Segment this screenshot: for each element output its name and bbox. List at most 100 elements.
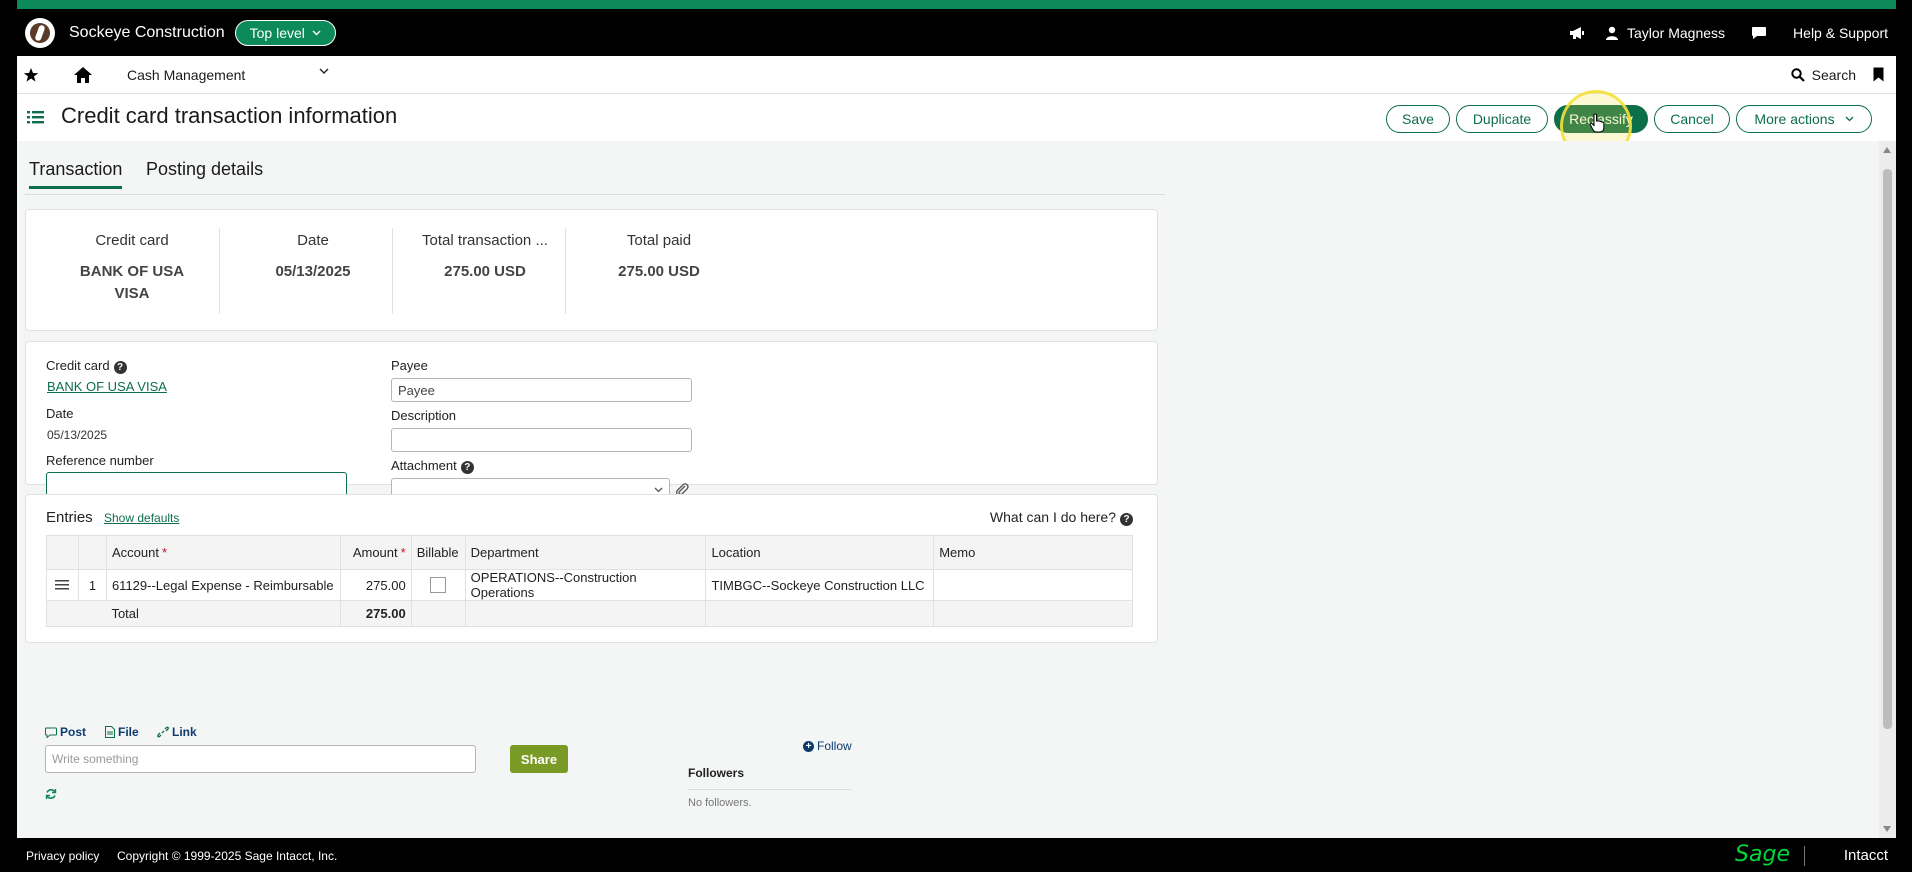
post-label: Post: [60, 725, 87, 739]
drag-handle-icon: [55, 579, 70, 589]
more-actions-button[interactable]: More actions: [1736, 105, 1872, 133]
show-defaults-link[interactable]: Show defaults: [104, 511, 179, 525]
home-icon[interactable]: [73, 66, 93, 84]
entries-table: Account * Amount * Billable Department Loc…: [46, 535, 1133, 627]
total-spacer: [705, 600, 935, 627]
star-icon[interactable]: [23, 67, 39, 83]
summary-paid: Total paid 275.00 USD: [572, 210, 746, 330]
scroll-down-arrow-icon[interactable]: [1883, 826, 1891, 832]
total-spacer: [410, 600, 466, 627]
duplicate-button[interactable]: Duplicate: [1456, 105, 1548, 133]
search-button[interactable]: Search: [1790, 56, 1856, 94]
reference-number-input[interactable]: [46, 472, 347, 496]
post-input[interactable]: Write something: [45, 745, 476, 773]
chevron-down-icon[interactable]: [319, 68, 329, 75]
total-amount: 275.00: [339, 600, 412, 627]
table-row[interactable]: 1 61129--Legal Expense - Reimbursable 27…: [46, 569, 1133, 601]
entity-level-selector[interactable]: Top level: [234, 19, 336, 46]
date-value: 05/13/2025: [47, 428, 108, 442]
file-icon: [105, 726, 115, 738]
link-tab[interactable]: Link: [157, 725, 197, 739]
attachment-label: Attachment?: [391, 458, 474, 474]
description-label: Description: [391, 408, 457, 423]
amount-column-header[interactable]: Amount *: [339, 535, 412, 570]
list-menu-icon[interactable]: [27, 110, 44, 124]
attachment-label-text: Attachment: [391, 458, 457, 473]
department-column-header[interactable]: Department: [464, 535, 707, 570]
amount-cell[interactable]: 275.00: [339, 569, 412, 601]
share-button[interactable]: Share: [510, 745, 568, 773]
hand-pointer-icon: [1589, 113, 1605, 133]
entries-help-text: What can I do here?: [989, 509, 1116, 525]
department-cell[interactable]: OPERATIONS--Construction Operations: [464, 569, 707, 601]
entries-help-link[interactable]: What can I do here??: [990, 509, 1133, 526]
account-cell[interactable]: 61129--Legal Expense - Reimbursable: [105, 569, 341, 601]
bookmark-icon[interactable]: [1873, 67, 1884, 82]
summary-date-value: 05/13/2025: [275, 263, 351, 280]
refresh-icon[interactable]: [45, 788, 57, 800]
company-logo-icon[interactable]: [25, 17, 55, 48]
tab-posting-details[interactable]: Posting details: [146, 159, 263, 186]
summary-credit-card-line1: BANK OF USA: [79, 263, 185, 280]
total-spacer: [464, 600, 707, 627]
top-accent-line: [17, 0, 1896, 9]
billable-cell: [410, 569, 466, 601]
credit-card-link[interactable]: BANK OF USA VISA: [47, 379, 167, 394]
cancel-button[interactable]: Cancel: [1654, 105, 1730, 133]
post-tab[interactable]: Post: [45, 725, 86, 739]
chat-button[interactable]: [1751, 26, 1767, 40]
followers-heading: Followers: [688, 766, 745, 780]
billable-column-header[interactable]: Billable: [410, 535, 466, 570]
announcements-button[interactable]: [1569, 26, 1585, 40]
required-marker: *: [161, 545, 167, 560]
scroll-up-arrow-icon[interactable]: [1883, 147, 1891, 153]
total-spacer: [46, 600, 79, 627]
more-actions-label: More actions: [1754, 111, 1835, 127]
memo-column-header[interactable]: Memo: [933, 535, 1133, 570]
payee-label: Payee: [391, 358, 428, 373]
main-area: Cash Management Search Credit card trans…: [17, 56, 1896, 838]
help-icon[interactable]: ?: [113, 361, 127, 374]
module-selector[interactable]: Cash Management: [127, 56, 245, 94]
credit-card-label-text: Credit card: [46, 358, 110, 373]
summary-credit-card-label: Credit card: [95, 232, 169, 249]
company-name[interactable]: Sockeye Construction: [69, 24, 225, 42]
summary-credit-card-line2: VISA: [114, 285, 150, 302]
user-menu[interactable]: Taylor Magness: [1605, 25, 1725, 41]
footer-divider: [1804, 846, 1805, 866]
help-icon[interactable]: ?: [460, 461, 474, 474]
drag-handle[interactable]: [46, 569, 79, 601]
file-label: File: [118, 725, 139, 739]
scrollbar-thumb[interactable]: [1883, 169, 1892, 729]
search-label: Search: [1811, 67, 1856, 83]
help-support-link[interactable]: Help & Support: [1793, 25, 1888, 41]
page-header: Credit card transaction information Save…: [17, 90, 1896, 162]
help-icon: ?: [1120, 513, 1133, 526]
module-name: Cash Management: [127, 67, 246, 83]
summary-credit-card-value: BANK OF USA VISA: [26, 261, 238, 305]
row-number-header: [77, 535, 107, 570]
account-header-text: Account: [111, 545, 159, 560]
file-tab[interactable]: File: [105, 725, 139, 739]
credit-card-label: Credit card?: [46, 358, 127, 374]
location-column-header[interactable]: Location: [705, 535, 935, 570]
app-window: Sockeye Construction Top level Taylor Ma…: [17, 0, 1896, 872]
total-spacer: [933, 600, 1133, 627]
follow-button[interactable]: + Follow: [803, 739, 852, 753]
privacy-policy-link[interactable]: Privacy policy: [26, 849, 99, 863]
billable-checkbox[interactable]: [430, 577, 447, 594]
save-button[interactable]: Save: [1386, 105, 1450, 133]
summary-card: Credit card BANK OF USA VISA Date 05/13/…: [25, 209, 1158, 331]
vertical-scrollbar[interactable]: [1879, 141, 1896, 838]
chevron-down-icon: [312, 30, 321, 35]
sage-logo: Sage: [1735, 842, 1790, 867]
payee-input[interactable]: Payee: [391, 378, 692, 402]
summary-total-label: Total transaction ...: [422, 232, 548, 249]
memo-cell[interactable]: [933, 569, 1133, 601]
reference-number-label: Reference number: [46, 453, 154, 468]
tab-transaction[interactable]: Transaction: [29, 159, 123, 189]
account-column-header[interactable]: Account *: [105, 535, 341, 570]
location-cell[interactable]: TIMBGC--Sockeye Construction LLC: [705, 569, 935, 601]
link-label: Link: [172, 725, 197, 739]
description-input[interactable]: [391, 428, 692, 452]
